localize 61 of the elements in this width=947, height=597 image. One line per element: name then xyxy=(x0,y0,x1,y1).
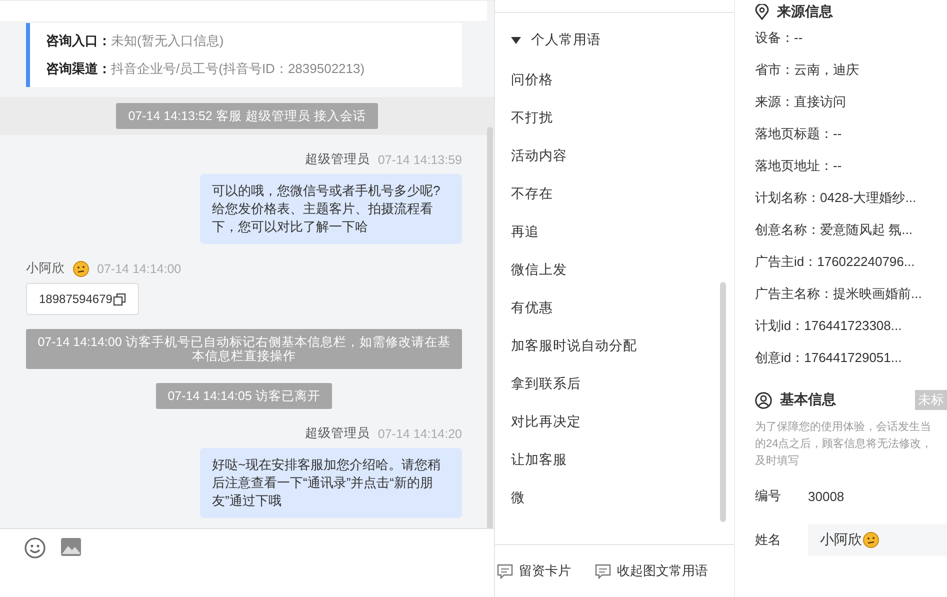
hint-text: 的24点之后，顾客信息将无法修改， xyxy=(755,436,934,452)
system-message: 07-14 14:14:05 访客已离开 xyxy=(156,383,332,409)
caret-icon[interactable] xyxy=(511,36,521,44)
footer-button[interactable]: 收起图文常用语 xyxy=(595,562,708,580)
confused-face-icon xyxy=(863,532,879,548)
location-pin-icon xyxy=(755,4,769,20)
entry-label: 咨询入口： xyxy=(46,32,111,50)
source-info-row-text: 计划名称：0428-大理婚纱... xyxy=(755,189,916,207)
source-info-row-text: 广告主名称：提米映画婚前... xyxy=(755,285,922,303)
section-title: 来源信息 xyxy=(777,3,833,21)
phrase-item[interactable]: 活动内容 xyxy=(511,137,567,175)
source-info-row-text: 省市：云南，迪庆 xyxy=(755,61,859,79)
system-message: 07-14 14:14:00 访客手机号已自动标记右侧基本信息栏，如需修改请在基本信息栏直接操作 xyxy=(26,329,462,369)
name-input-field[interactable]: 小阿欣 xyxy=(808,524,947,556)
phrase-item[interactable]: 再追 xyxy=(511,213,539,251)
field-label: 姓名 xyxy=(755,531,782,549)
phrase-item[interactable]: 微 xyxy=(511,479,525,517)
copy-icon[interactable] xyxy=(113,292,126,306)
message-bubble: 可以的哦，您微信号或者手机号多少呢?给您发价格表、主题客片、拍摄流程看下，您可以对比了解一下哈 xyxy=(200,174,462,244)
field-label: 编号 xyxy=(755,487,782,505)
message-time: 07-14 14:13:59 xyxy=(378,152,462,166)
source-info-row-text: 落地页标题：-- xyxy=(755,125,842,143)
section-title: 基本信息 xyxy=(780,391,836,409)
field-value: 30008 xyxy=(808,488,844,504)
sender-name: 超级管理员 xyxy=(304,425,370,442)
confused-face-icon xyxy=(73,260,89,276)
source-info-row-text: 广告主id：176022240796... xyxy=(755,253,915,271)
phrase-item[interactable]: 让加客服 xyxy=(511,441,567,479)
comment-icon xyxy=(595,564,611,578)
source-info-row-text: 设备：-- xyxy=(755,29,803,47)
message-time: 07-14 14:14:00 xyxy=(97,262,182,276)
image-icon[interactable] xyxy=(60,537,82,557)
footer-button[interactable]: 留资卡片 xyxy=(497,562,571,580)
user-circle-icon xyxy=(755,392,772,408)
message-bubble: 好哒~现在安排客服加您介绍哈。请您稍后注意查看一下“通讯录”并点击“新的朋友”通过下哦 xyxy=(200,448,462,518)
phrase-item[interactable]: 微信上发 xyxy=(511,251,567,289)
sender-name: 超级管理员 xyxy=(304,151,370,168)
source-info-row-text: 来源：直接访问 xyxy=(755,93,846,111)
sender-name: 小阿欣 xyxy=(26,260,65,277)
phrase-item[interactable]: 不存在 xyxy=(511,175,553,213)
phrase-item[interactable]: 不打扰 xyxy=(511,99,553,137)
entry-value: 未知(暂无入口信息) xyxy=(111,32,224,50)
phrase-item[interactable]: 加客服时说自动分配 xyxy=(511,327,637,365)
source-info-row-text: 创意名称：爱意随风起 氛... xyxy=(755,221,912,239)
phone-number: 18987594679 xyxy=(39,292,112,306)
phrase-item[interactable]: 有优惠 xyxy=(511,289,553,327)
phrase-group-title[interactable]: 个人常用语 xyxy=(531,31,601,49)
source-info-row-text: 计划id：176441723308... xyxy=(755,317,902,335)
phrase-item[interactable]: 对比再决定 xyxy=(511,403,581,441)
system-message: 07-14 14:13:52 客服 超级管理员 接入会话 xyxy=(116,103,378,129)
emoji-icon[interactable] xyxy=(24,537,46,559)
phrase-item[interactable]: 问价格 xyxy=(511,61,553,99)
phrase-item[interactable]: 拿到联系后 xyxy=(511,365,581,403)
hint-text: 及时填写 xyxy=(755,454,800,469)
source-info-row-text: 落地页地址：-- xyxy=(755,157,842,175)
entry-value: 抖音企业号/员工号(抖音号ID：2839502213) xyxy=(111,60,365,78)
source-info-row-text: 创意id：176441729051... xyxy=(755,349,902,367)
message-time: 07-14 14:14:20 xyxy=(378,426,462,440)
comment-icon xyxy=(497,564,513,578)
entry-label: 咨询渠道： xyxy=(46,60,111,78)
hint-text: 为了保障您的使用体验，会话发生当 xyxy=(755,420,932,435)
